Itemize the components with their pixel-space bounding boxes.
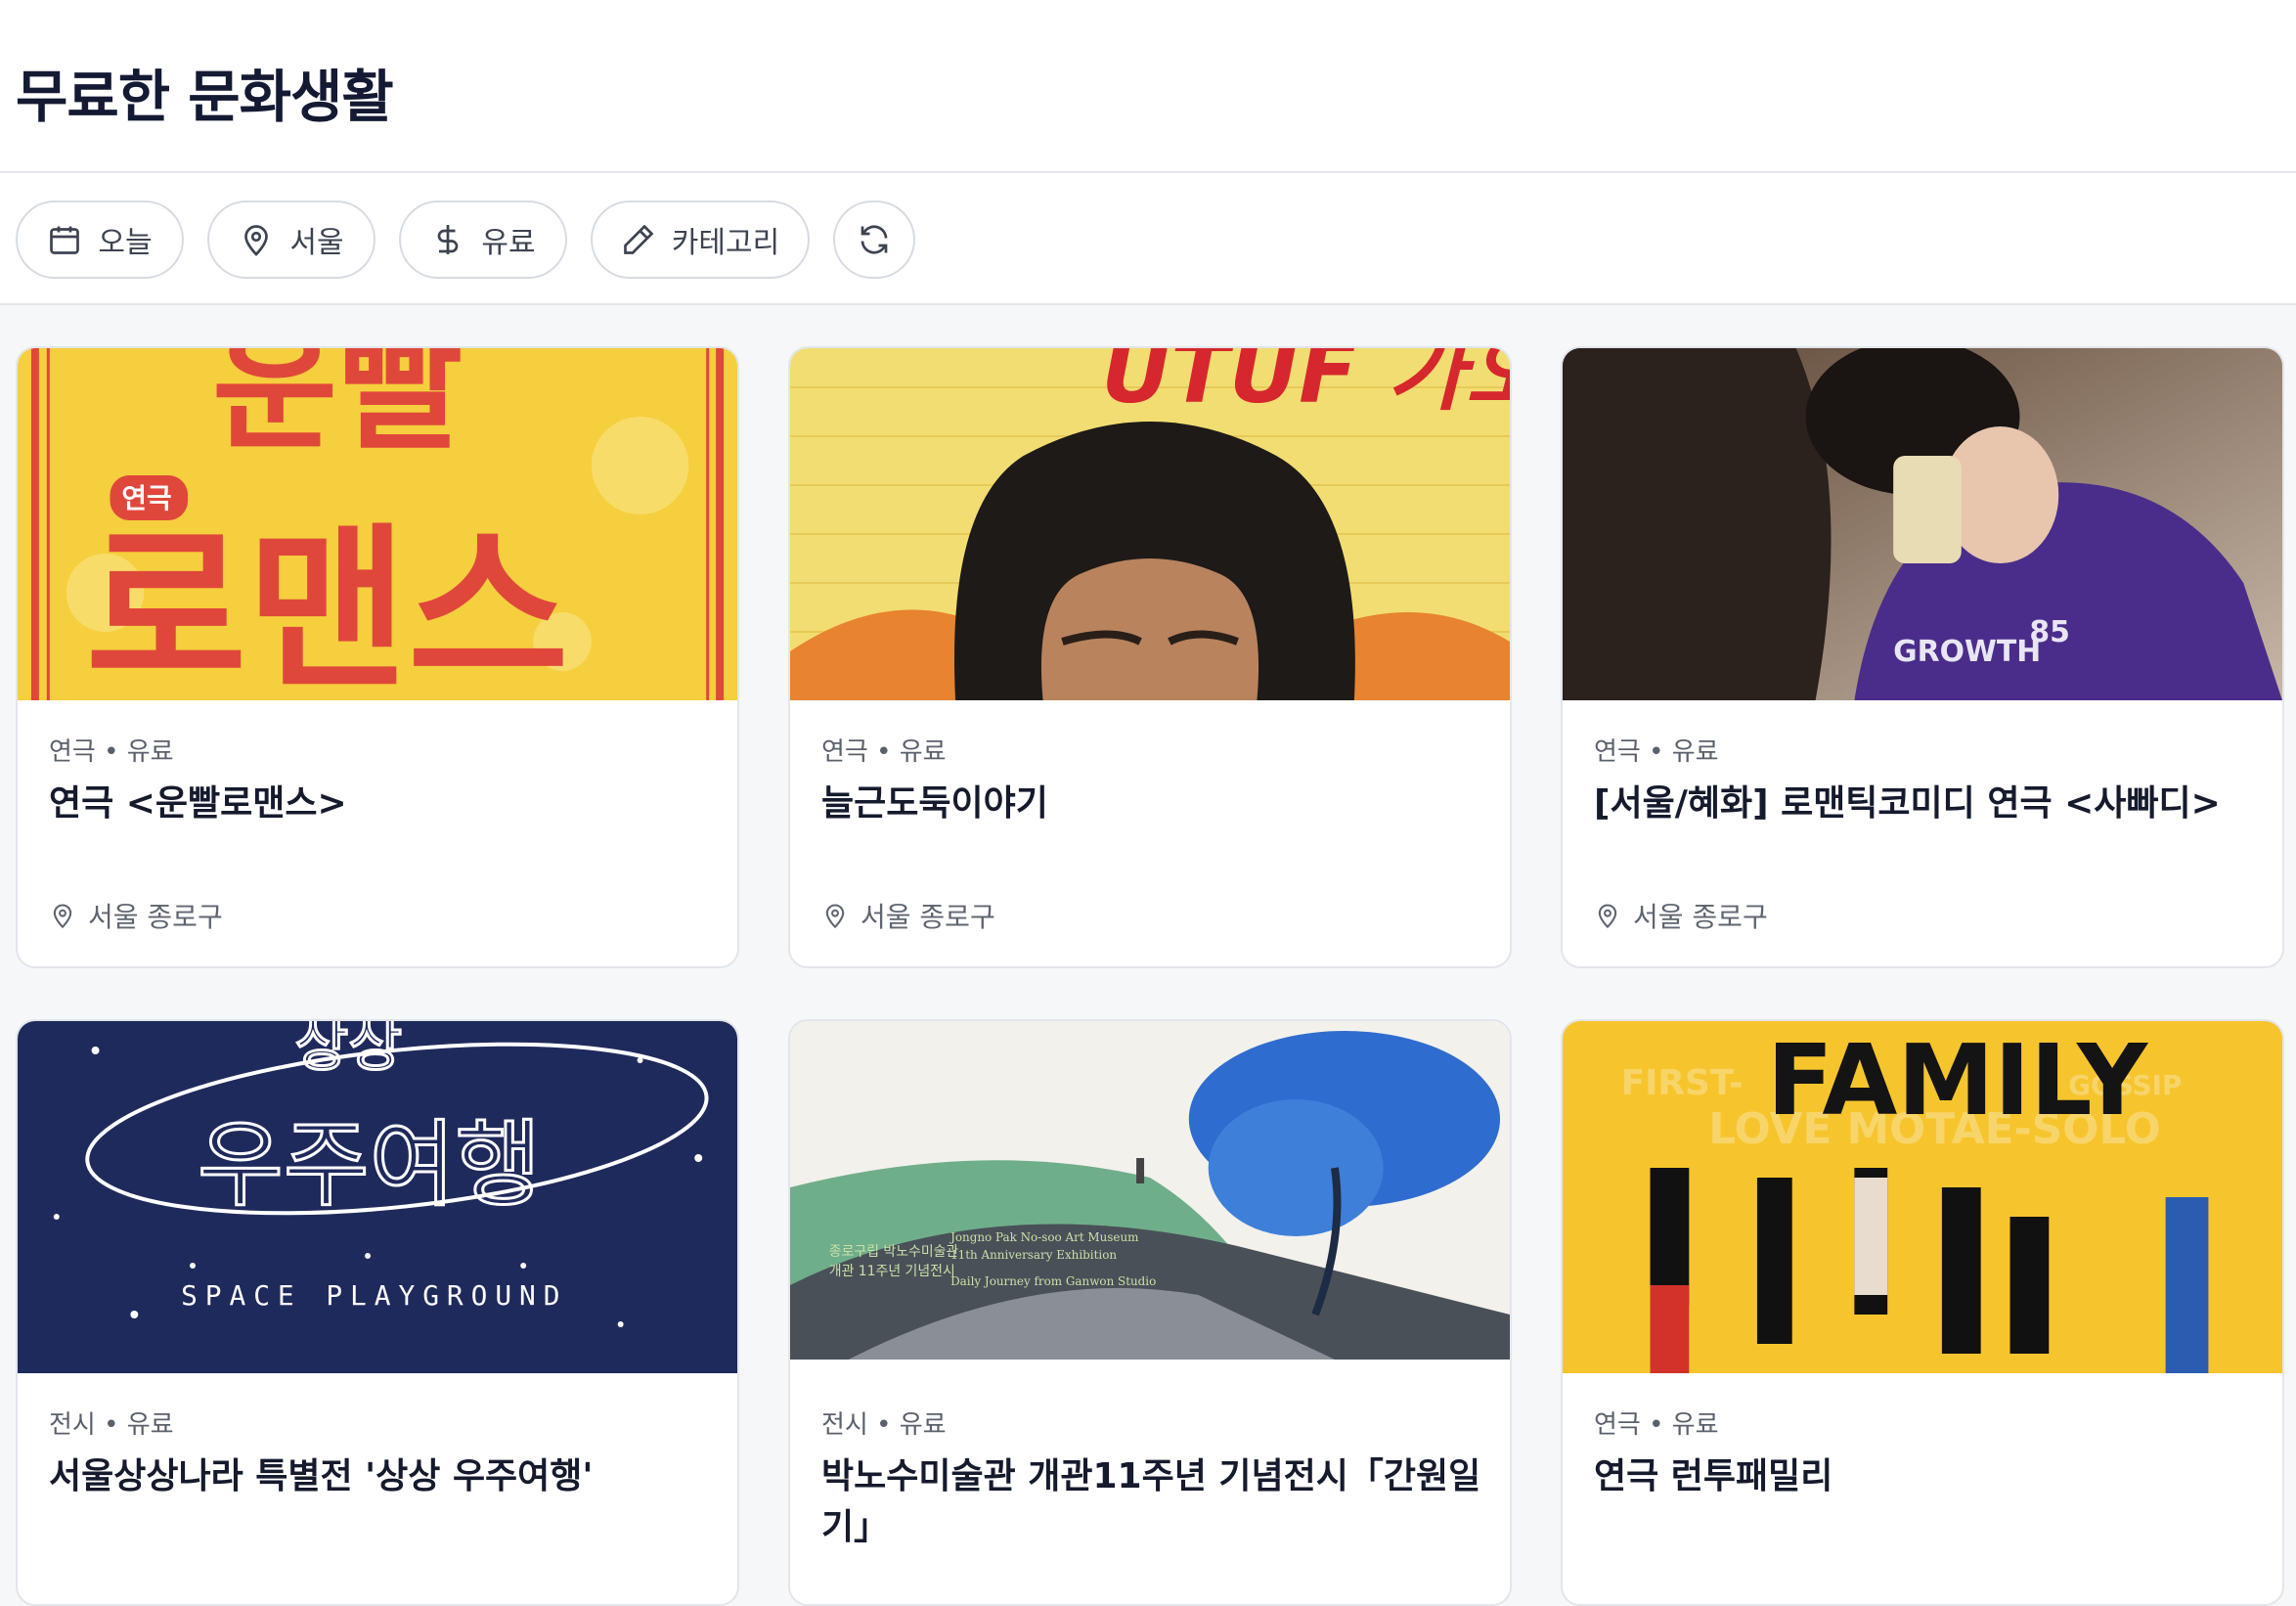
event-location-label: 서울 종로구 [1633, 901, 1768, 933]
poster-text: Jongno Pak No-soo Art Museum [949, 1230, 1138, 1244]
event-poster: GROWTH 85 [1563, 348, 2282, 700]
event-meta: 연극 • 유료 [49, 737, 174, 767]
event-meta: 연극 • 유료 [1594, 1410, 1719, 1440]
poster-text: 11th Anniversary Exhibition [950, 1248, 1117, 1262]
event-poster: 운빨 연극 로맨스 [18, 348, 737, 700]
poster-text: Daily Journey from Ganwon Studio [950, 1274, 1156, 1288]
event-grid: 운빨 연극 로맨스 연극 • 유료 연극 <운빨로맨스> 서울 종로구 UTUF… [0, 305, 2296, 1606]
page-title: 무료한 문화생활 [16, 64, 394, 130]
filter-category-label: 카테고리 [671, 226, 780, 260]
poster-text: SPACE PLAYGROUND [181, 1279, 567, 1312]
calendar-icon [50, 226, 80, 254]
event-location: 서울 종로구 [1594, 896, 1768, 935]
event-poster: FIRST- GOSSIP LOVE MOTAE-SOLO FAMILY [1563, 1021, 2282, 1373]
poster-text: GROWTH [1893, 635, 2041, 669]
poster-text: 로맨스 [86, 509, 569, 700]
filter-region-chip[interactable]: 서울 [207, 201, 375, 279]
app-header: 무료한 문화생활 [0, 0, 2296, 173]
poster-text: 운빨 [212, 348, 463, 468]
filter-region-label: 서울 [289, 226, 344, 260]
event-location: 서울 종로구 [821, 896, 995, 935]
event-meta: 연극 • 유료 [1594, 737, 1719, 767]
poster-text: 종로구립 박노수미술관 [829, 1244, 959, 1260]
event-card[interactable]: 운빨 연극 로맨스 연극 • 유료 연극 <운빨로맨스> 서울 종로구 [16, 346, 739, 968]
event-meta: 전시 • 유료 [821, 1410, 947, 1440]
filter-price-label: 유료 [481, 226, 536, 260]
event-card[interactable]: 종로구립 박노수미술관 개관 11주년 기념전시 Jongno Pak No-s… [788, 1019, 1512, 1606]
event-title: 서울상상나라 특별전 '상상 우주여행' [49, 1456, 594, 1496]
event-card[interactable]: FIRST- GOSSIP LOVE MOTAE-SOLO FAMILY 연극 … [1561, 1019, 2284, 1606]
event-poster: 상상 우주여행 SPACE PLAYGROUND [18, 1021, 737, 1373]
poster-text: UTUF 가오 [1101, 348, 1510, 423]
refresh-button[interactable] [833, 201, 915, 279]
map-pin-icon [244, 225, 269, 256]
filter-date-label: 오늘 [98, 226, 153, 260]
poster-text: FAMILY [1767, 1023, 2149, 1138]
poster-text: 개관 11주년 기념전시 [829, 1264, 955, 1279]
filter-bar: 오늘 서울 유료 카테고리 [0, 173, 2296, 305]
event-meta: 전시 • 유료 [49, 1410, 174, 1440]
event-title: 늘근도둑이야기 [821, 783, 1048, 824]
event-location-label: 서울 종로구 [88, 901, 223, 933]
event-poster: UTUF 가오 [790, 348, 1510, 700]
map-pin-icon [1598, 904, 1617, 929]
event-title: 연극 런투패밀리 [1594, 1456, 1833, 1496]
filter-date-chip[interactable]: 오늘 [16, 201, 184, 279]
event-card[interactable]: UTUF 가오 연극 • 유료 늘근도둑이야기 서울 종로구 [788, 346, 1512, 968]
event-poster: 종로구립 박노수미술관 개관 11주년 기념전시 Jongno Pak No-s… [790, 1021, 1510, 1360]
map-pin-icon [825, 904, 845, 929]
map-pin-icon [53, 904, 72, 929]
event-title: [서울/혜화] 로맨틱코미디 연극 <사빠디> [1594, 783, 2221, 824]
pen-icon [623, 224, 654, 254]
poster-text: 85 [2029, 615, 2070, 649]
refresh-icon [861, 225, 888, 254]
event-card[interactable]: 상상 우주여행 SPACE PLAYGROUND 전시 • 유료 서울상상나라 … [16, 1019, 739, 1606]
dollar-icon [438, 225, 459, 254]
event-title: 연극 <운빨로맨스> [49, 783, 347, 824]
event-location: 서울 종로구 [49, 896, 223, 935]
event-meta: 연극 • 유료 [821, 737, 947, 767]
event-location-label: 서울 종로구 [861, 901, 995, 933]
event-title: 박노수미술관 개관11주년 기념전시「간원일기」 [821, 1456, 1481, 1547]
filter-price-chip[interactable]: 유료 [399, 201, 567, 279]
event-card[interactable]: GROWTH 85 연극 • 유료 [서울/혜화] 로맨틱코미디 연극 <사빠디… [1561, 346, 2284, 968]
filter-category-chip[interactable]: 카테고리 [591, 201, 810, 279]
poster-text: 상상 [294, 1021, 402, 1080]
poster-text: 우주여행 [198, 1110, 541, 1220]
poster-text: FIRST- [1621, 1063, 1744, 1103]
